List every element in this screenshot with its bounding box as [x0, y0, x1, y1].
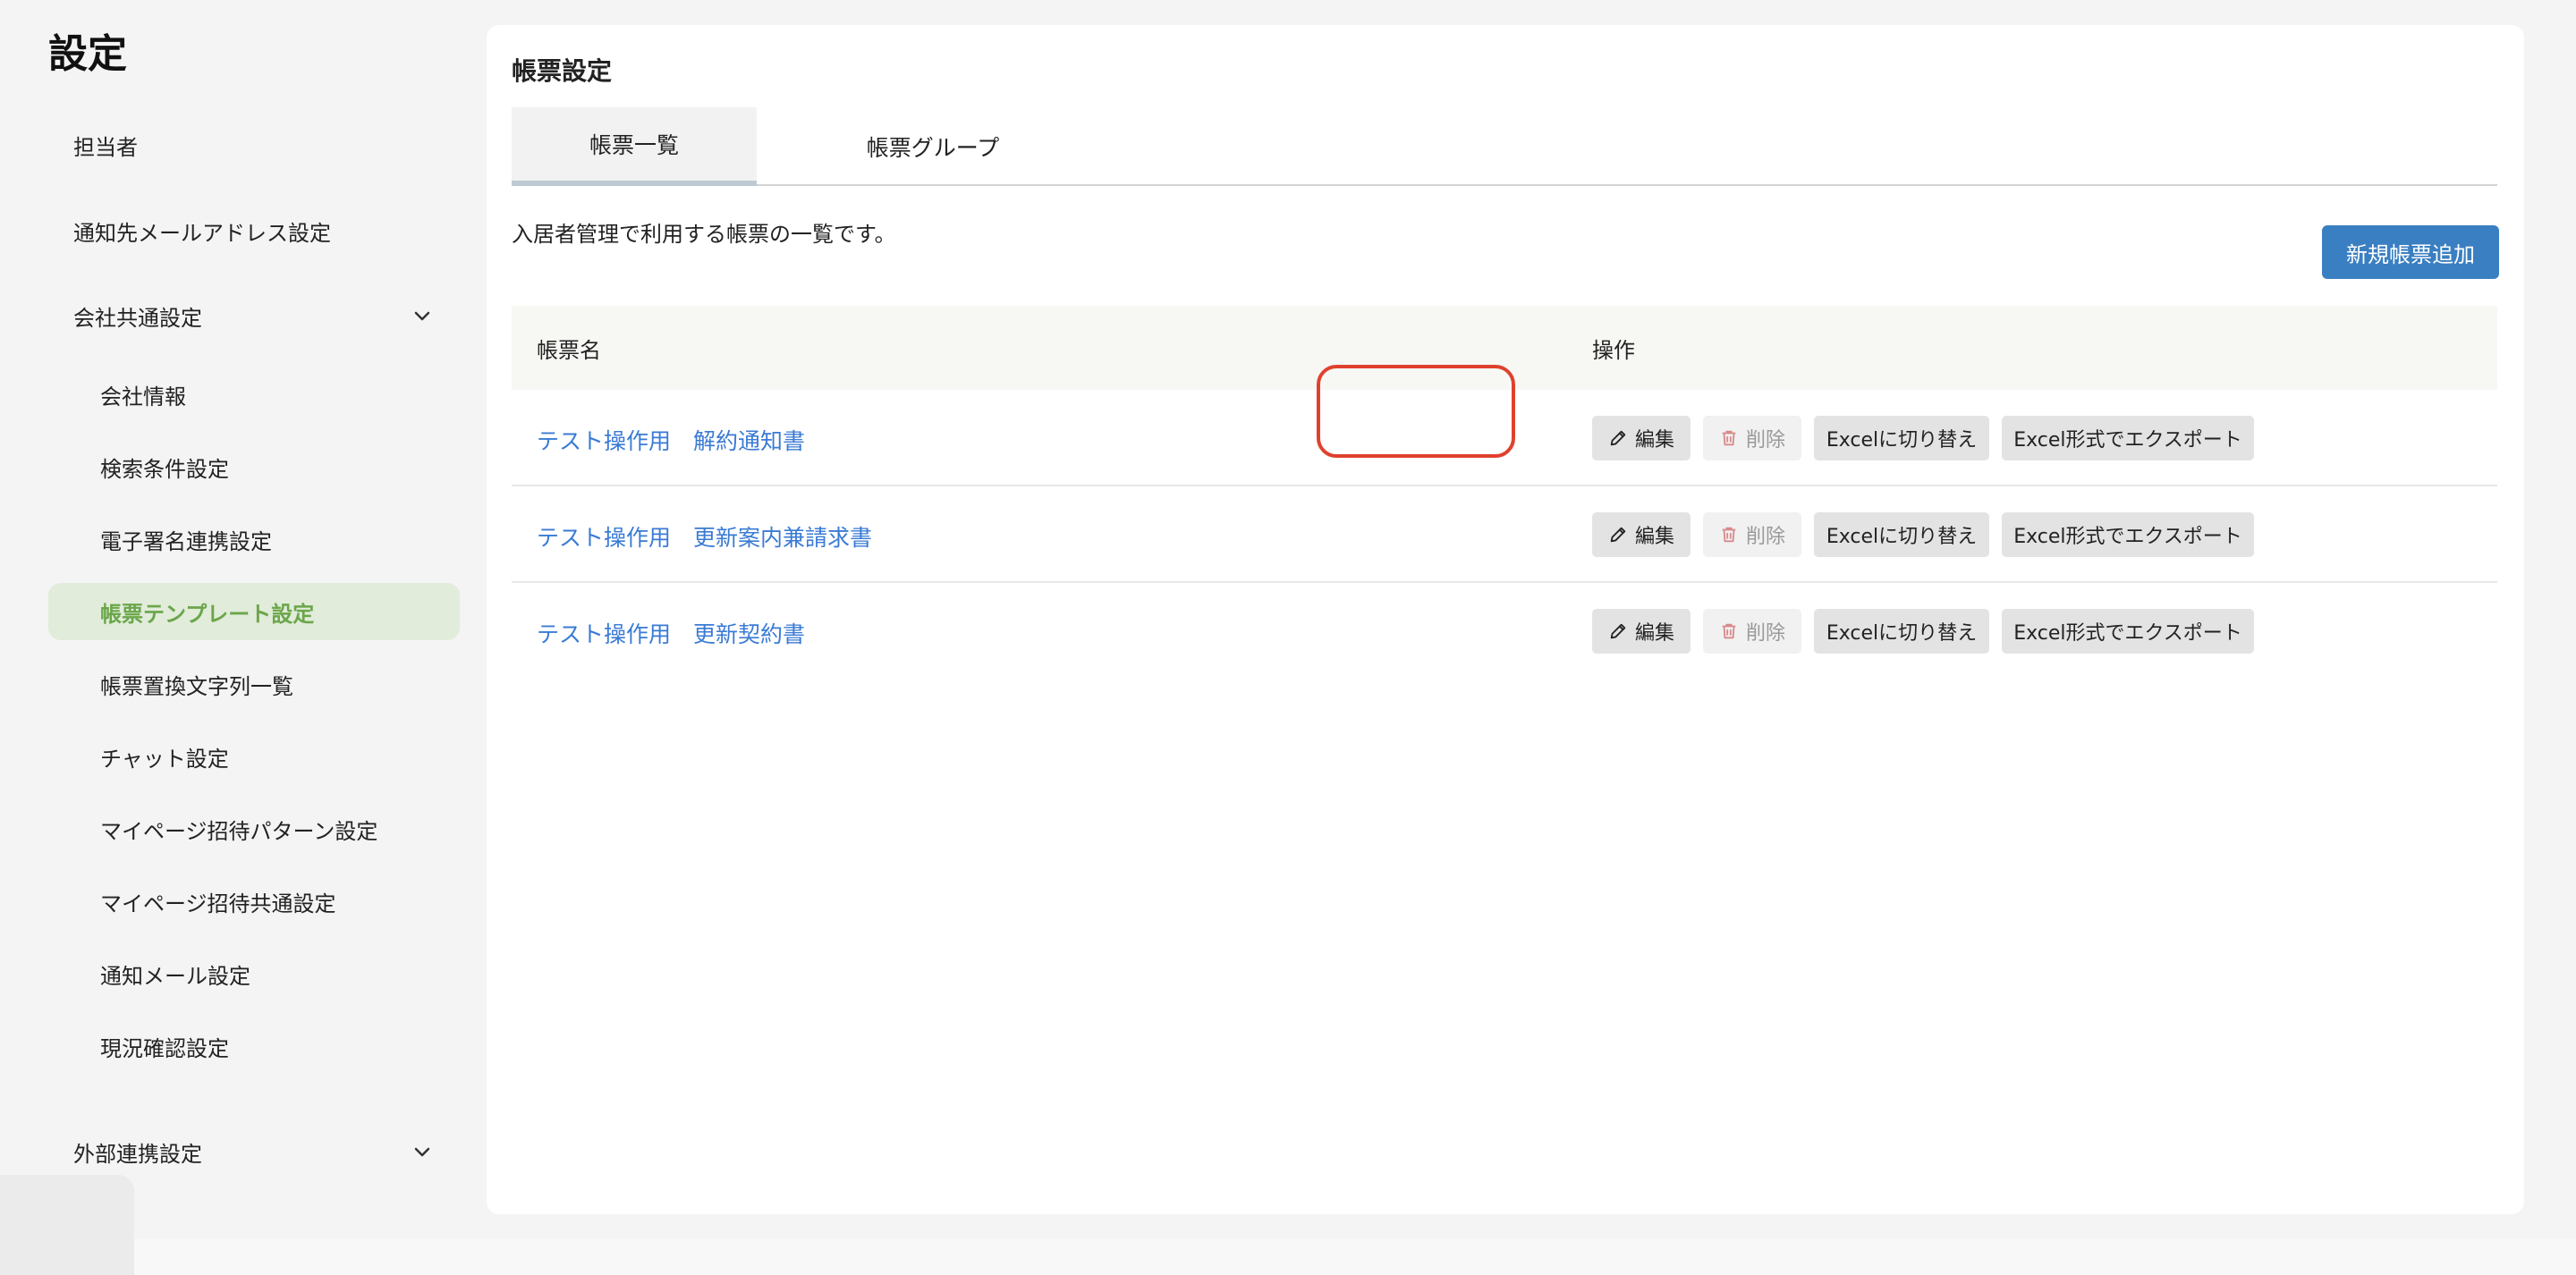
sidebar-item-notification-mail[interactable]: 通知メール設定 — [48, 945, 460, 1002]
delete-button[interactable]: 削除 — [1703, 512, 1801, 557]
export-excel-button[interactable]: Excel形式でエクスポート — [2002, 512, 2254, 557]
pencil-icon — [1610, 623, 1626, 639]
sidebar-item-label: 担当者 — [73, 134, 138, 160]
chevron-down-icon[interactable] — [411, 1141, 433, 1162]
form-table: 帳票名 操作 テスト操作用 解約通知書 編集 削除 Excelに切り替え Exc… — [512, 306, 2497, 680]
switch-to-excel-button[interactable]: Excelに切り替え — [1814, 609, 1989, 654]
switch-to-excel-button[interactable]: Excelに切り替え — [1814, 416, 1989, 460]
switch-to-excel-button[interactable]: Excelに切り替え — [1814, 512, 1989, 557]
delete-button[interactable]: 削除 — [1703, 416, 1801, 460]
sidebar-item-label: 通知先メールアドレス設定 — [73, 220, 331, 246]
sidebar-item-notification-email[interactable]: 通知先メールアドレス設定 — [48, 202, 460, 259]
section-title: 帳票設定 — [512, 56, 613, 86]
sidebar-item-label: 検索条件設定 — [100, 456, 229, 482]
table-row: テスト操作用 更新契約書 編集 削除 Excelに切り替え Excel形式でエク… — [512, 583, 2497, 680]
tab-form-list[interactable]: 帳票一覧 — [512, 107, 757, 186]
chevron-down-icon[interactable] — [411, 305, 433, 326]
page-description: 入居者管理で利用する帳票の一覧です。 — [512, 222, 896, 247]
sidebar-item-replacement-strings[interactable]: 帳票置換文字列一覧 — [48, 655, 460, 713]
edit-button[interactable]: 編集 — [1592, 609, 1690, 654]
table-header: 帳票名 操作 — [512, 306, 2497, 390]
floating-panel-tab — [0, 1175, 134, 1275]
sidebar-item-mypage-invite-pattern[interactable]: マイページ招待パターン設定 — [48, 800, 460, 857]
page-title: 設定 — [48, 31, 127, 77]
sidebar-item-company-common[interactable]: 会社共通設定 — [48, 287, 460, 344]
form-name-link[interactable]: テスト操作用 更新案内兼請求書 — [537, 520, 872, 553]
sidebar-item-form-template[interactable]: 帳票テンプレート設定 — [48, 583, 460, 640]
sidebar-item-label: チャット設定 — [100, 746, 229, 772]
delete-button[interactable]: 削除 — [1703, 609, 1801, 654]
footer-strip — [134, 1239, 2576, 1275]
edit-label: 編集 — [1634, 429, 1674, 452]
delete-label: 削除 — [1745, 622, 1785, 645]
sidebar-item-label: 電子署名連携設定 — [100, 528, 272, 554]
sidebar-item-mypage-invite-common[interactable]: マイページ招待共通設定 — [48, 873, 460, 930]
pencil-icon — [1610, 527, 1626, 543]
sidebar-item-e-signature[interactable]: 電子署名連携設定 — [48, 511, 460, 568]
edit-button[interactable]: 編集 — [1592, 512, 1690, 557]
sidebar-item-label: 帳票置換文字列一覧 — [100, 673, 293, 699]
sidebar-item-label: 会社共通設定 — [73, 305, 202, 331]
sidebar: 設定 担当者 通知先メールアドレス設定 会社共通設定 会社情報 検索条件設定 電… — [0, 0, 474, 1275]
sidebar-item-label: 会社情報 — [100, 384, 186, 410]
sidebar-item-company-info[interactable]: 会社情報 — [48, 366, 460, 423]
table-row: テスト操作用 更新案内兼請求書 編集 削除 Excelに切り替え Excel形式… — [512, 486, 2497, 583]
edit-label: 編集 — [1634, 622, 1674, 645]
sidebar-item-label: マイページ招待共通設定 — [100, 891, 336, 916]
sidebar-item-label: マイページ招待パターン設定 — [100, 818, 378, 844]
trash-icon — [1722, 527, 1736, 543]
sidebar-item-staff[interactable]: 担当者 — [48, 116, 460, 173]
column-header-name: 帳票名 — [537, 338, 601, 363]
sidebar-item-search-conditions[interactable]: 検索条件設定 — [48, 438, 460, 495]
edit-label: 編集 — [1634, 526, 1674, 548]
sidebar-item-label: 現況確認設定 — [100, 1035, 229, 1061]
export-excel-button[interactable]: Excel形式でエクスポート — [2002, 609, 2254, 654]
delete-label: 削除 — [1745, 429, 1785, 452]
export-excel-button[interactable]: Excel形式でエクスポート — [2002, 416, 2254, 460]
add-form-button[interactable]: 新規帳票追加 — [2322, 225, 2499, 279]
sidebar-item-label: 通知メール設定 — [100, 963, 250, 989]
tab-form-group[interactable]: 帳票グループ — [810, 107, 1055, 186]
sidebar-item-status-check[interactable]: 現況確認設定 — [48, 1017, 460, 1075]
table-row: テスト操作用 解約通知書 編集 削除 Excelに切り替え Excel形式でエク… — [512, 390, 2497, 486]
trash-icon — [1722, 623, 1736, 639]
pencil-icon — [1610, 430, 1626, 446]
main-card: 帳票設定 帳票一覧 帳票グループ 入居者管理で利用する帳票の一覧です。 新規帳票… — [487, 25, 2524, 1214]
sidebar-item-label: 帳票テンプレート設定 — [100, 601, 315, 627]
edit-button[interactable]: 編集 — [1592, 416, 1690, 460]
trash-icon — [1722, 430, 1736, 446]
form-name-link[interactable]: テスト操作用 更新契約書 — [537, 617, 805, 649]
form-name-link[interactable]: テスト操作用 解約通知書 — [537, 424, 805, 456]
sidebar-item-label: 外部連携設定 — [73, 1141, 202, 1167]
tab-bar: 帳票一覧 帳票グループ — [512, 107, 2497, 186]
sidebar-item-chat[interactable]: チャット設定 — [48, 728, 460, 785]
delete-label: 削除 — [1745, 526, 1785, 548]
sidebar-item-external-integration[interactable]: 外部連携設定 — [48, 1123, 460, 1180]
column-header-actions: 操作 — [1592, 338, 1635, 363]
